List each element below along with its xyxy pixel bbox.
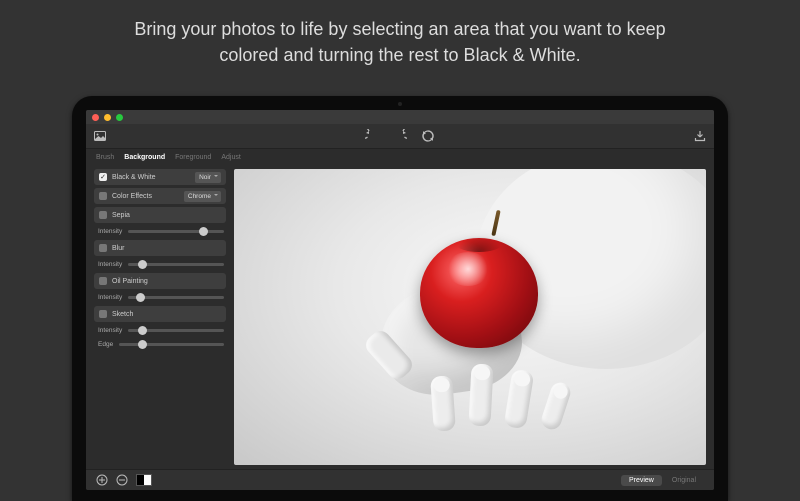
- illustration-apple: [420, 238, 538, 348]
- effect-label: Color Effects: [112, 193, 179, 200]
- illustration-finger: [430, 375, 456, 431]
- effect-color-effects[interactable]: Color Effects Chrome: [94, 188, 226, 204]
- slider-label: Intensity: [98, 294, 122, 301]
- tab-brush[interactable]: Brush: [96, 154, 114, 161]
- laptop-mockup: Brush Background Foreground Adjust ✓ Bla…: [72, 96, 728, 501]
- effect-label: Sketch: [112, 311, 221, 318]
- export-icon[interactable]: [694, 130, 706, 142]
- sketch-edge-row: Edge: [94, 339, 226, 350]
- sidebar-tabs: Brush Background Foreground Adjust: [86, 149, 714, 165]
- effects-sidebar: ✓ Black & White Noir Color Effects Chrom…: [86, 165, 234, 469]
- toolbar: [86, 124, 714, 149]
- checkbox-icon[interactable]: [99, 192, 107, 200]
- illustration-finger: [503, 369, 534, 430]
- camera-dot: [398, 102, 402, 106]
- sketch-edge-slider[interactable]: [119, 343, 224, 346]
- window-minimize-button[interactable]: [104, 114, 111, 121]
- sepia-intensity-slider[interactable]: [128, 230, 224, 233]
- tab-background[interactable]: Background: [124, 154, 165, 161]
- checkbox-icon[interactable]: [99, 244, 107, 252]
- illustration-finger: [539, 380, 573, 432]
- preview-segment[interactable]: Preview: [621, 475, 662, 486]
- color-preset-select[interactable]: Chrome: [184, 191, 221, 202]
- effect-label: Oil Painting: [112, 278, 221, 285]
- checkbox-icon[interactable]: [99, 211, 107, 219]
- image-canvas[interactable]: [234, 169, 706, 465]
- window-close-button[interactable]: [92, 114, 99, 121]
- sketch-intensity-slider[interactable]: [128, 329, 224, 332]
- checkbox-icon[interactable]: [99, 310, 107, 318]
- slider-label: Intensity: [98, 261, 122, 268]
- zoom-out-icon[interactable]: [116, 474, 128, 486]
- preview-toggle[interactable]: Preview Original: [621, 475, 704, 486]
- slider-label: Edge: [98, 341, 113, 348]
- oil-intensity-row: Intensity: [94, 292, 226, 303]
- effect-label: Black & White: [112, 174, 190, 181]
- effect-oil-painting[interactable]: Oil Painting: [94, 273, 226, 289]
- canvas-area: [234, 165, 714, 469]
- illustration-finger: [468, 364, 493, 427]
- blur-intensity-slider[interactable]: [128, 263, 224, 266]
- checkbox-icon[interactable]: ✓: [99, 173, 107, 181]
- image-icon[interactable]: [94, 131, 106, 141]
- effect-black-white[interactable]: ✓ Black & White Noir: [94, 169, 226, 185]
- footer-bar: Preview Original: [86, 469, 714, 490]
- sketch-intensity-row: Intensity: [94, 325, 226, 336]
- checkbox-icon[interactable]: [99, 277, 107, 285]
- zoom-in-icon[interactable]: [96, 474, 108, 486]
- promo-line-2: colored and turning the rest to Black & …: [219, 45, 580, 65]
- slider-label: Intensity: [98, 327, 122, 334]
- bw-preset-select[interactable]: Noir: [195, 172, 221, 183]
- tab-foreground[interactable]: Foreground: [175, 154, 211, 161]
- promo-text: Bring your photos to life by selecting a…: [0, 0, 800, 68]
- oil-intensity-slider[interactable]: [128, 296, 224, 299]
- blur-intensity-row: Intensity: [94, 259, 226, 270]
- slider-label: Intensity: [98, 228, 122, 235]
- reset-icon[interactable]: [421, 129, 435, 143]
- effect-label: Blur: [112, 245, 221, 252]
- effect-sketch[interactable]: Sketch: [94, 306, 226, 322]
- titlebar: [86, 110, 714, 124]
- effect-sepia[interactable]: Sepia: [94, 207, 226, 223]
- effect-label: Sepia: [112, 212, 221, 219]
- undo-icon[interactable]: [365, 129, 379, 143]
- redo-icon[interactable]: [393, 129, 407, 143]
- tab-adjust[interactable]: Adjust: [221, 154, 240, 161]
- promo-line-1: Bring your photos to life by selecting a…: [134, 19, 665, 39]
- original-segment[interactable]: Original: [664, 475, 704, 486]
- effect-blur[interactable]: Blur: [94, 240, 226, 256]
- window-zoom-button[interactable]: [116, 114, 123, 121]
- swatch-icon[interactable]: [136, 474, 152, 486]
- sepia-intensity-row: Intensity: [94, 226, 226, 237]
- app-window: Brush Background Foreground Adjust ✓ Bla…: [86, 110, 714, 490]
